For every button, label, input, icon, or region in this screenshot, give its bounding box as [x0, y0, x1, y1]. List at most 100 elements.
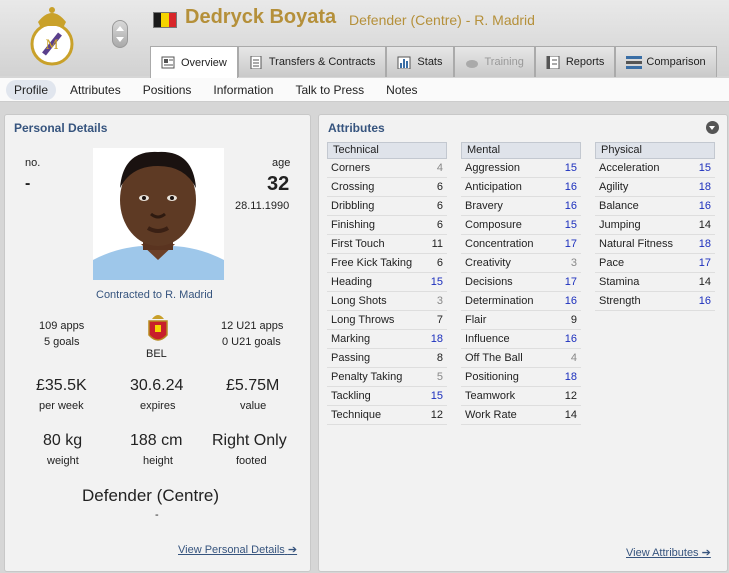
attribute-row[interactable]: Concentration 17 [461, 235, 581, 254]
attribute-row[interactable]: Influence 16 [461, 330, 581, 349]
attribute-row[interactable]: Finishing 6 [327, 216, 447, 235]
height-label: height [143, 455, 173, 467]
attribute-value: 18 [698, 238, 711, 250]
attribute-value: 17 [564, 276, 577, 288]
attribute-value: 8 [436, 352, 443, 364]
attribute-row[interactable]: Anticipation 16 [461, 178, 581, 197]
attribute-name: Balance [599, 200, 639, 212]
attribute-name: Marking [331, 333, 371, 345]
attribute-value: 15 [564, 162, 577, 174]
attribute-row[interactable]: Tackling 15 [327, 387, 447, 406]
attribute-row[interactable]: Bravery 16 [461, 197, 581, 216]
attribute-row[interactable]: Balance 16 [595, 197, 715, 216]
attribute-row[interactable]: Agility 18 [595, 178, 715, 197]
attribute-row[interactable]: Passing 8 [327, 349, 447, 368]
attribute-value: 16 [564, 333, 577, 345]
attribute-row[interactable]: First Touch 11 [327, 235, 447, 254]
attribute-name: Stamina [599, 276, 640, 288]
attribute-name: Off The Ball [465, 352, 523, 364]
attribute-row[interactable]: Strength 16 [595, 292, 715, 311]
attribute-value: 18 [698, 181, 711, 193]
attribute-name: Long Throws [331, 314, 395, 326]
attribute-value: 14 [698, 276, 711, 288]
main-position: Defender (Centre) [82, 486, 220, 505]
attribute-row[interactable]: Off The Ball 4 [461, 349, 581, 368]
attribute-row[interactable]: Long Shots 3 [327, 292, 447, 311]
attribute-value: 16 [564, 181, 577, 193]
attribute-row[interactable]: Penalty Taking 5 [327, 368, 447, 387]
attribute-value: 15 [430, 276, 443, 288]
attribute-row[interactable]: Teamwork 12 [461, 387, 581, 406]
attribute-row[interactable]: Creativity 3 [461, 254, 581, 273]
column-header: Physical [595, 142, 715, 159]
subnav-information[interactable]: Information [205, 80, 281, 100]
club-crest-icon: M [30, 7, 74, 66]
attribute-row[interactable]: Heading 15 [327, 273, 447, 292]
collapse-icon[interactable] [706, 121, 719, 134]
view-personal-details-link[interactable]: View Personal Details ➔ [178, 543, 297, 556]
tab-label: Comparison [646, 56, 706, 68]
attribute-row[interactable]: Work Rate 14 [461, 406, 581, 425]
player-switch-arrows[interactable] [112, 20, 128, 48]
subnav-positions[interactable]: Positions [135, 80, 200, 100]
age-value: 32 [267, 173, 290, 195]
attribute-row[interactable]: Aggression 15 [461, 159, 581, 178]
squad-number-value: - [25, 175, 31, 192]
player-role-club[interactable]: Defender (Centre) - R. Madrid [349, 12, 535, 28]
attribute-value: 6 [436, 219, 443, 231]
attribute-name: First Touch [331, 238, 385, 250]
attribute-value: 9 [570, 314, 577, 326]
attribute-row[interactable]: Dribbling 6 [327, 197, 447, 216]
contract-club-link[interactable]: Contracted to R. Madrid [96, 289, 213, 301]
preferred-foot-label: footed [236, 455, 267, 467]
attribute-row[interactable]: Stamina 14 [595, 273, 715, 292]
market-value-label: value [240, 400, 267, 412]
attribute-row[interactable]: Positioning 18 [461, 368, 581, 387]
subnav-notes[interactable]: Notes [378, 80, 425, 100]
attribute-row[interactable]: Decisions 17 [461, 273, 581, 292]
attribute-name: Composure [465, 219, 522, 231]
tab-label: Reports [565, 56, 605, 68]
attribute-row[interactable]: Pace 17 [595, 254, 715, 273]
attribute-row[interactable]: Corners 4 [327, 159, 447, 178]
height-value: 188 cm [130, 432, 183, 449]
tab-stats[interactable]: Stats [386, 46, 454, 77]
tab-overview[interactable]: Overview [150, 46, 238, 78]
attribute-row[interactable]: Marking 18 [327, 330, 447, 349]
attribute-value: 6 [436, 200, 443, 212]
attribute-row[interactable]: Determination 16 [461, 292, 581, 311]
attribute-value: 18 [564, 371, 577, 383]
attribute-name: Long Shots [331, 295, 387, 307]
arrow-right-icon: ➔ [701, 547, 711, 559]
preferred-foot-value: Right Only [212, 432, 287, 449]
attribute-name: Work Rate [465, 409, 517, 421]
attribute-value: 16 [564, 295, 577, 307]
tab-transfers-contracts[interactable]: Transfers & Contracts [237, 46, 387, 77]
attribute-value: 6 [436, 257, 443, 269]
nation-flag-icon [153, 12, 177, 28]
squad-number-label: no. [25, 157, 41, 169]
attribute-row[interactable]: Composure 15 [461, 216, 581, 235]
attribute-row[interactable]: Free Kick Taking 6 [327, 254, 447, 273]
attribute-row[interactable]: Jumping 14 [595, 216, 715, 235]
column-header: Mental [461, 142, 581, 159]
comparison-icon [626, 55, 643, 69]
attribute-name: Bravery [465, 200, 503, 212]
subnav-profile[interactable]: Profile [6, 79, 57, 100]
attribute-value: 14 [564, 409, 577, 421]
tab-comparison[interactable]: Comparison [615, 46, 717, 77]
tab-reports[interactable]: Reports [534, 46, 616, 77]
tab-label: Transfers & Contracts [268, 56, 376, 68]
subnav-attributes[interactable]: Attributes [62, 80, 129, 100]
attribute-row[interactable]: Flair 9 [461, 311, 581, 330]
attribute-name: Heading [331, 276, 372, 288]
attribute-row[interactable]: Natural Fitness 18 [595, 235, 715, 254]
attribute-row[interactable]: Crossing 6 [327, 178, 447, 197]
attribute-row[interactable]: Long Throws 7 [327, 311, 447, 330]
tab-training[interactable]: Training [453, 46, 535, 77]
subnav-talk-to-press[interactable]: Talk to Press [287, 80, 372, 100]
view-attributes-link[interactable]: View Attributes ➔ [626, 546, 711, 559]
attribute-row[interactable]: Acceleration 15 [595, 159, 715, 178]
attribute-row[interactable]: Technique 12 [327, 406, 447, 425]
attribute-name: Pace [599, 257, 625, 269]
